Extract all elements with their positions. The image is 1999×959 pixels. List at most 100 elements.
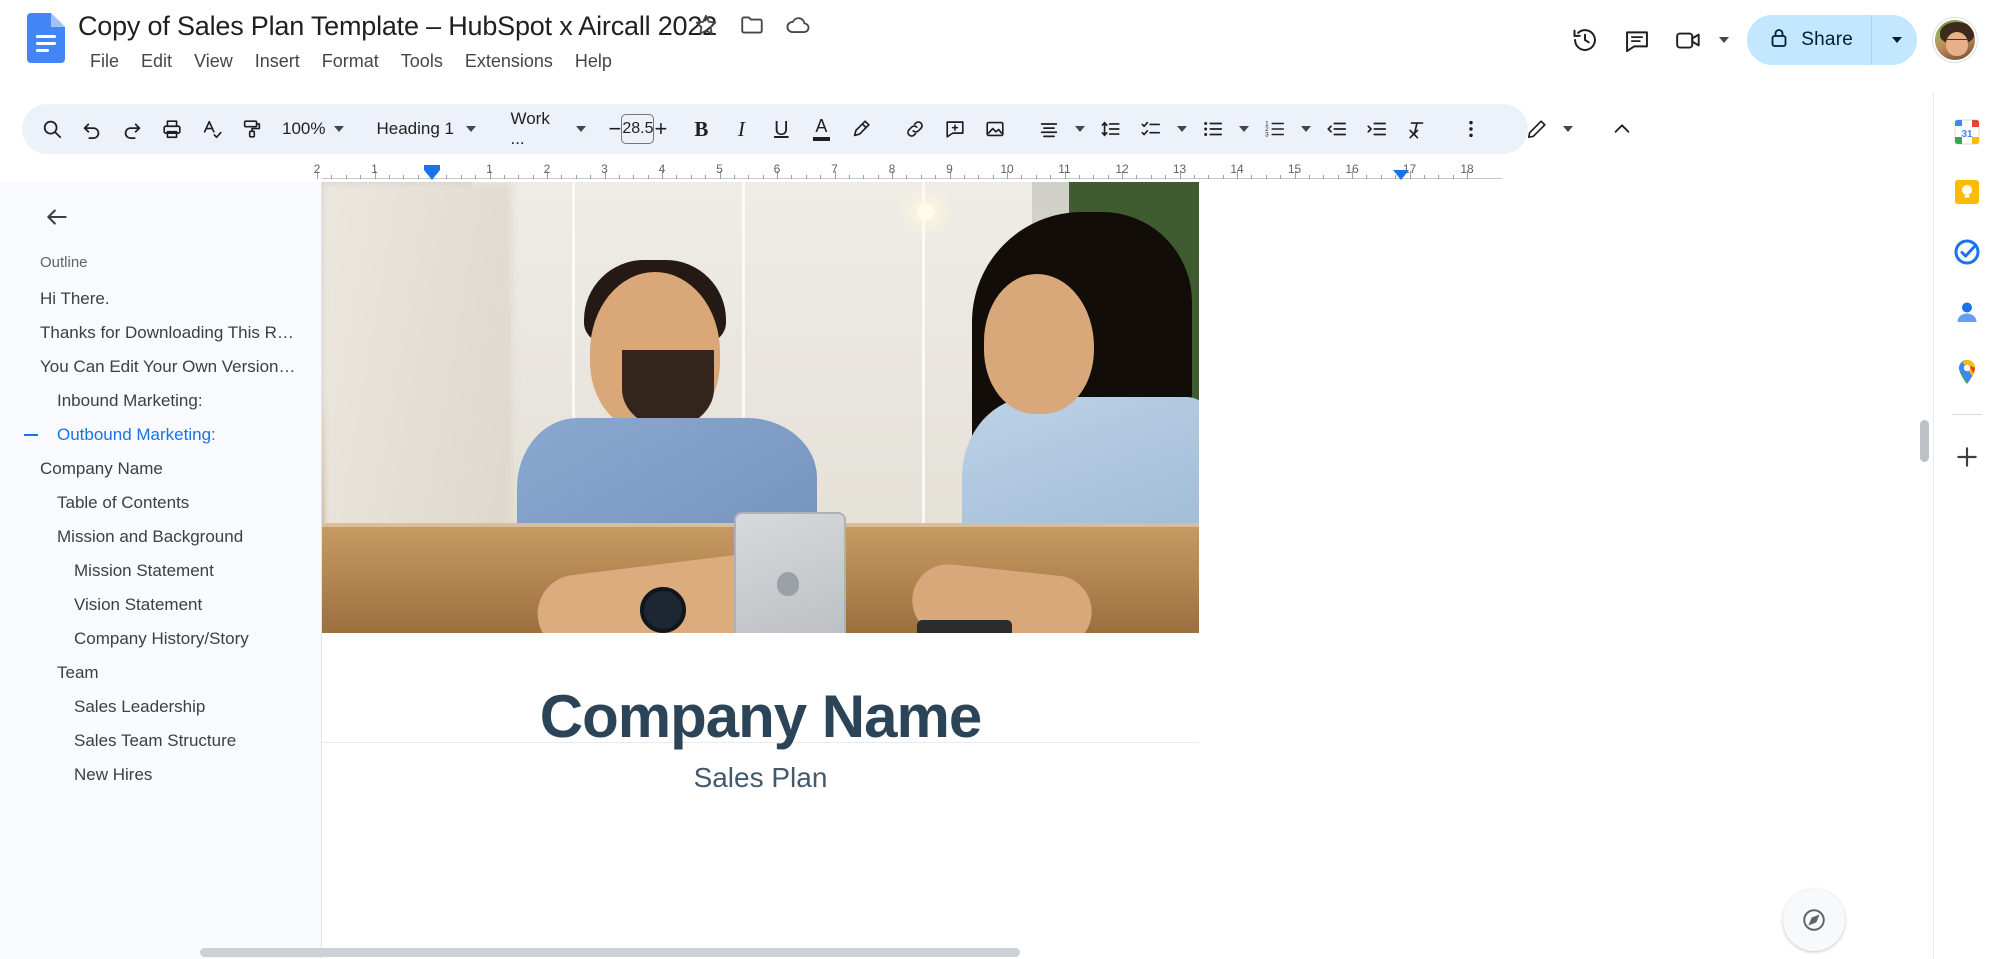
editing-mode-chevron-down-icon[interactable] (1557, 110, 1579, 148)
title-action-icons (693, 12, 811, 38)
menu-tools[interactable]: Tools (390, 47, 454, 75)
outline-item[interactable]: Sales Leadership (0, 690, 321, 724)
menu-format[interactable]: Format (311, 47, 390, 75)
outline-item[interactable]: Mission Statement (0, 554, 321, 588)
google-contacts-icon[interactable] (1947, 292, 1987, 332)
checklist-icon[interactable] (1131, 109, 1171, 149)
cloud-saved-icon[interactable] (785, 12, 811, 38)
move-to-folder-icon[interactable] (739, 12, 765, 38)
star-icon[interactable] (693, 12, 719, 38)
document-page[interactable]: Company Name Sales Plan (322, 182, 1477, 959)
menu-insert[interactable]: Insert (244, 47, 311, 75)
share-chevron-down-icon[interactable] (1871, 15, 1917, 65)
editing-mode-pencil-icon[interactable] (1517, 109, 1557, 149)
increase-indent-icon[interactable] (1357, 109, 1397, 149)
outline-item[interactable]: Team (0, 656, 321, 690)
version-history-icon[interactable] (1559, 14, 1611, 66)
decrease-font-size-button[interactable]: − (608, 112, 621, 146)
decrease-indent-icon[interactable] (1317, 109, 1357, 149)
menu-view[interactable]: View (183, 47, 244, 75)
align-icon[interactable] (1029, 109, 1069, 149)
hero-image[interactable] (322, 182, 1199, 633)
document-heading[interactable]: Company Name (322, 682, 1199, 751)
collapse-minus-icon[interactable] (24, 434, 38, 436)
avatar[interactable] (1933, 18, 1977, 62)
outline-item[interactable]: Company Name (0, 452, 321, 486)
underline-button[interactable]: U (761, 109, 801, 149)
outline-item[interactable]: Mission and Background (0, 520, 321, 554)
ruler-tick-minor (1107, 175, 1109, 179)
menu-extensions[interactable]: Extensions (454, 47, 564, 75)
google-tasks-icon[interactable] (1947, 232, 1987, 272)
undo-icon[interactable] (72, 109, 112, 149)
ruler-number: 13 (1172, 162, 1187, 176)
font-size-input[interactable]: 28.5 (621, 114, 655, 144)
outline-item[interactable]: Outbound Marketing: (0, 418, 321, 452)
menu-file[interactable]: File (79, 47, 130, 75)
bulleted-list-icon[interactable] (1193, 109, 1233, 149)
redo-icon[interactable] (112, 109, 152, 149)
font-family-selector[interactable]: Work ... (498, 109, 594, 148)
outline-item[interactable]: You Can Edit Your Own Version… (0, 350, 321, 384)
vertical-scrollbar[interactable] (1920, 420, 1929, 462)
zoom-selector[interactable]: 100% (272, 110, 350, 148)
insert-link-icon[interactable] (895, 109, 935, 149)
menu-help[interactable]: Help (564, 47, 623, 75)
meet-chevron-down-icon[interactable] (1719, 37, 1730, 43)
explore-button[interactable] (1783, 889, 1845, 951)
outline-item[interactable]: New Hires (0, 758, 321, 792)
outline-item[interactable]: Sales Team Structure (0, 724, 321, 758)
search-icon[interactable] (32, 109, 72, 149)
collapse-menus-icon[interactable] (1602, 109, 1642, 149)
right-margin-marker[interactable] (1393, 170, 1409, 180)
align-chevron-down-icon[interactable] (1069, 110, 1091, 148)
outline-item[interactable]: Thanks for Downloading This R… (0, 316, 321, 350)
bold-button[interactable]: B (681, 109, 721, 149)
text-color-button[interactable]: A (801, 109, 841, 149)
numbered-list-icon[interactable]: 1 2 3 (1255, 109, 1295, 149)
line-spacing-icon[interactable] (1091, 109, 1131, 149)
more-options-icon[interactable] (1451, 109, 1491, 149)
ruler-tick-minor (518, 175, 520, 179)
ruler[interactable]: 2 1 1 2 3 4 5 6 7 8 9 10 11 12 13 14 15 16 17 18 (314, 160, 1502, 182)
share-button[interactable]: Share (1747, 15, 1871, 65)
add-ons-plus-icon[interactable] (1947, 437, 1987, 477)
spellcheck-icon[interactable] (192, 109, 232, 149)
numbered-list-chevron-down-icon[interactable] (1295, 110, 1317, 148)
meet-button[interactable] (1663, 14, 1733, 66)
paragraph-style-selector[interactable]: Heading 1 (364, 110, 484, 148)
google-maps-icon[interactable] (1947, 352, 1987, 392)
add-comment-icon[interactable] (935, 109, 975, 149)
video-camera-icon[interactable] (1663, 14, 1715, 66)
paint-format-icon[interactable] (232, 109, 272, 149)
increase-font-size-button[interactable]: + (654, 112, 667, 146)
docs-app-icon[interactable] (27, 13, 65, 63)
horizontal-scrollbar[interactable] (200, 948, 1020, 957)
menu-edit[interactable]: Edit (130, 47, 183, 75)
document-canvas[interactable]: Company Name Sales Plan (322, 182, 1933, 959)
italic-button[interactable]: I (721, 109, 761, 149)
document-title[interactable]: Copy of Sales Plan Template – HubSpot x … (78, 6, 717, 46)
outline-item[interactable]: Hi There. (0, 282, 321, 316)
text-color-label: A (815, 116, 828, 136)
outline-item[interactable]: Company History/Story (0, 622, 321, 656)
outline-item[interactable]: Inbound Marketing: (0, 384, 321, 418)
highlight-color-icon[interactable] (841, 109, 881, 149)
insert-image-icon[interactable] (975, 109, 1015, 149)
outline-item[interactable]: Vision Statement (0, 588, 321, 622)
print-icon[interactable] (152, 109, 192, 149)
google-calendar-icon[interactable]: 31 (1947, 112, 1987, 152)
close-outline-arrow-icon[interactable] (40, 200, 74, 234)
bulleted-list-chevron-down-icon[interactable] (1233, 110, 1255, 148)
underline-label: U (774, 117, 789, 140)
comment-history-icon[interactable] (1611, 14, 1663, 66)
google-docs-window: Copy of Sales Plan Template – HubSpot x … (0, 0, 1999, 959)
document-subheading[interactable]: Sales Plan (322, 762, 1199, 794)
checklist-chevron-down-icon[interactable] (1171, 110, 1193, 148)
clear-formatting-icon[interactable] (1397, 109, 1437, 149)
ruler-tick-minor (647, 175, 649, 179)
editing-mode-control (1517, 109, 1579, 149)
outline-item[interactable]: Table of Contents (0, 486, 321, 520)
google-keep-icon[interactable] (1947, 172, 1987, 212)
first-line-indent-marker[interactable] (424, 170, 440, 180)
